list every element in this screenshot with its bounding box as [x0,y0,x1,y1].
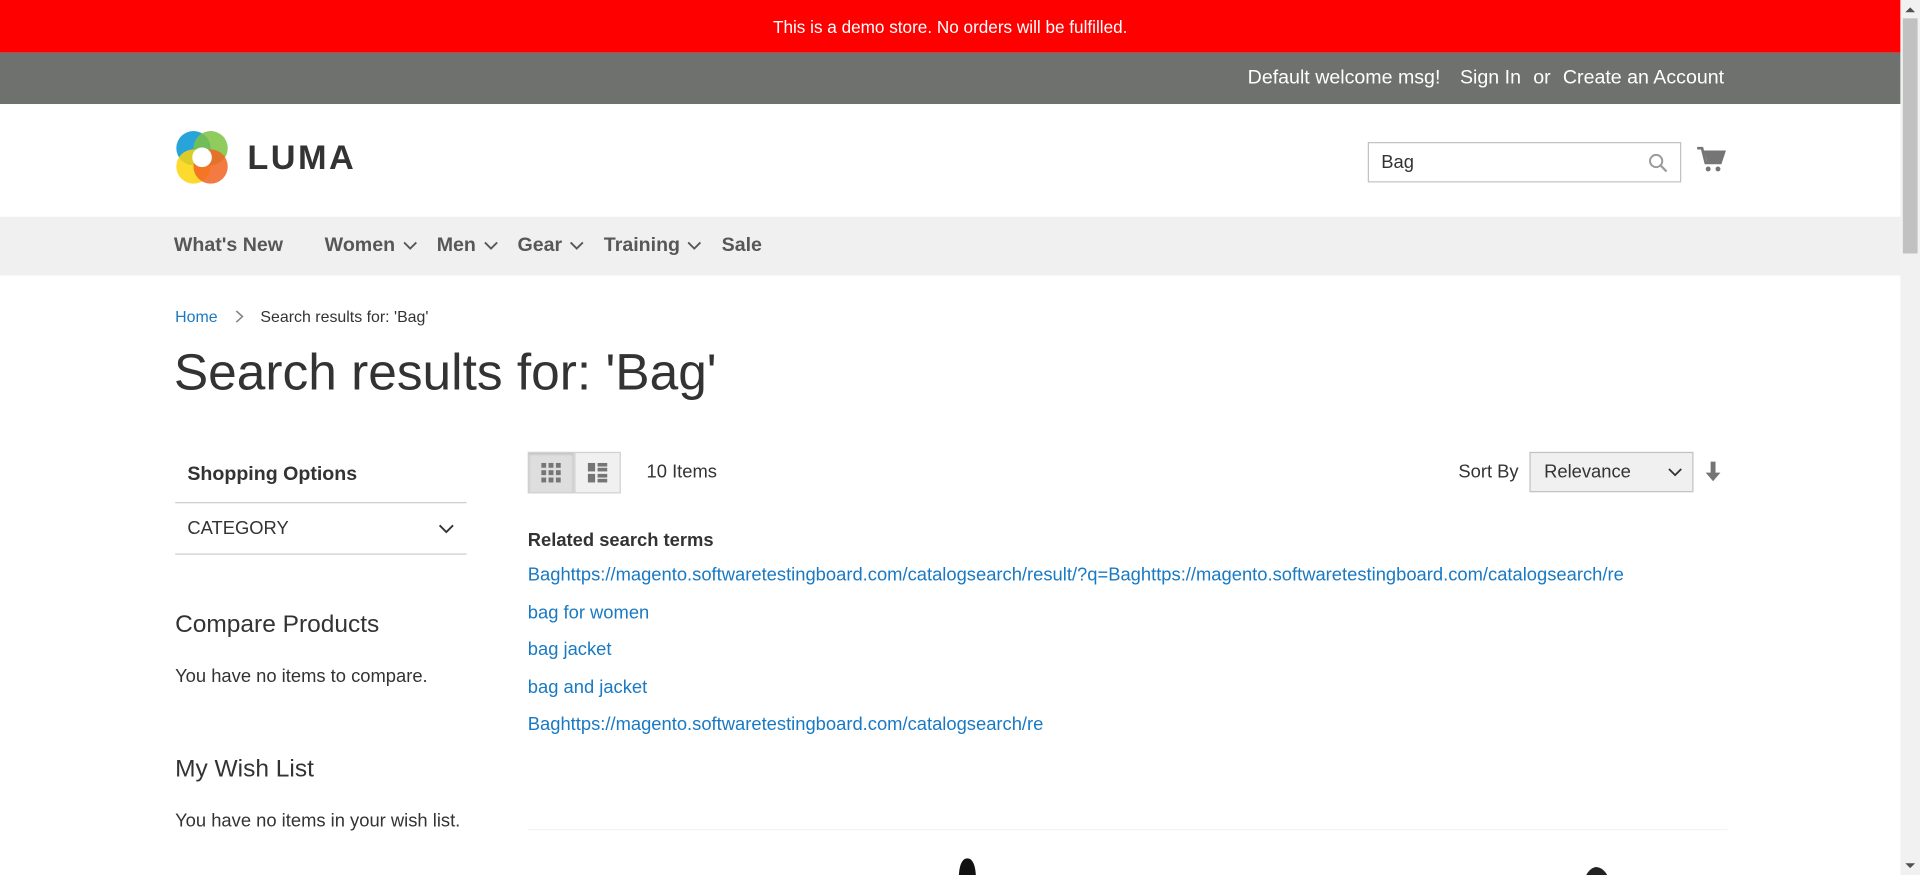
compare-empty-text: You have no items to compare. [175,666,428,687]
products-toolbar: 10 Items Sort By Relevance [527,451,1728,494]
related-term-link[interactable]: Baghttps://magento.softwaretestingboard.… [528,564,1624,585]
product-image[interactable] [1577,855,1614,875]
store-logo[interactable]: LUMA [174,130,356,186]
nav-label: Sale [721,235,762,256]
nav-label: What's New [173,235,284,256]
nav-item-gear[interactable]: Gear [518,235,585,257]
filter-category-label: CATEGORY [187,517,289,539]
shopping-options-title: Shopping Options [187,464,358,485]
list-item: bag and jacket [528,677,1704,714]
search-icon[interactable] [1648,153,1668,173]
filter-category[interactable]: CATEGORY [175,502,467,555]
items-count: 10 Items [646,461,717,483]
sort-direction-arrow-icon[interactable] [1705,460,1722,482]
breadcrumb: Home Search results for: 'Bag' [175,307,428,325]
grid-icon [541,462,561,483]
nav-label: Gear [517,235,563,256]
list-icon [587,462,608,483]
related-term-link[interactable]: bag and jacket [528,677,647,698]
page-scrollbar[interactable] [1900,0,1920,875]
list-item: bag jacket [528,639,1704,676]
breadcrumb-current: Search results for: 'Bag' [260,307,429,326]
nav-item-men[interactable]: Men [437,235,498,257]
breadcrumb-home-link[interactable]: Home [175,307,217,325]
site-header: LUMA [0,104,1901,217]
search-input[interactable] [1368,143,1639,182]
view-mode-switch [527,451,621,494]
or-separator: or [1533,67,1551,89]
wishlist-empty-text: You have no items in your wish list. [175,810,461,832]
related-term-link[interactable]: bag for women [528,602,650,623]
chevron-down-icon [483,241,498,250]
logo-text: LUMA [247,138,357,177]
grid-view-button[interactable] [527,451,575,494]
scrollbar-thumb[interactable] [1902,18,1918,254]
nav-item-sale[interactable]: Sale [722,235,762,257]
nav-item-training[interactable]: Training [604,235,702,257]
sidebar: Shopping Options CATEGORY Compare Produc… [175,453,467,832]
welcome-message: Default welcome msg! [1247,67,1441,89]
sort-by-select[interactable]: Relevance [1529,451,1694,493]
shopping-cart-icon[interactable] [1696,144,1727,175]
nav-label: Men [436,235,476,256]
chevron-right-icon [235,310,244,323]
sign-in-link[interactable]: Sign In [1460,67,1521,89]
related-term-link[interactable]: bag jacket [528,639,612,660]
nav-label: Training [603,235,681,256]
sort-by-label: Sort By [1458,461,1519,483]
page-title: Search results for: 'Bag' [173,342,717,401]
panel-header: Default welcome msg! Sign In or Create a… [0,52,1901,105]
luma-logo-icon [174,130,230,186]
demo-notice-banner: This is a demo store. No orders will be … [0,0,1901,53]
related-term-link[interactable]: Baghttps://magento.softwaretestingboard.… [528,714,1044,735]
nav-label: Women [324,235,396,256]
products-divider [527,828,1728,831]
chevron-down-icon [570,241,584,250]
scroll-up-arrow-icon[interactable] [1905,5,1916,15]
demo-notice-text: This is a demo store. No orders will be … [772,16,1128,37]
nav-item-women[interactable]: Women [325,235,417,257]
nav-item-whats-new[interactable]: What's New [174,235,283,257]
compare-products-title: Compare Products [175,611,380,638]
related-search-title: Related search terms [527,530,714,552]
sort-by-value: Relevance [1544,461,1631,483]
chevron-down-icon [438,524,454,533]
main-navigation: What's New Women Men Gear Training Sale [0,216,1901,276]
chevron-down-icon [1668,468,1682,477]
list-item: Baghttps://magento.softwaretestingboard.… [528,714,1704,751]
search-box [1367,142,1682,183]
scroll-down-arrow-icon[interactable] [1905,861,1916,871]
chevron-down-icon [687,241,702,250]
chevron-down-icon [402,241,417,250]
product-image[interactable] [949,855,986,875]
list-view-button[interactable] [574,451,621,494]
create-account-link[interactable]: Create an Account [1563,67,1724,89]
list-item: bag for women [528,602,1704,639]
list-item: Baghttps://magento.softwaretestingboard.… [528,564,1704,601]
wishlist-title: My Wish List [175,755,314,783]
related-search-terms: Related search terms Baghttps://magento.… [528,530,1704,751]
